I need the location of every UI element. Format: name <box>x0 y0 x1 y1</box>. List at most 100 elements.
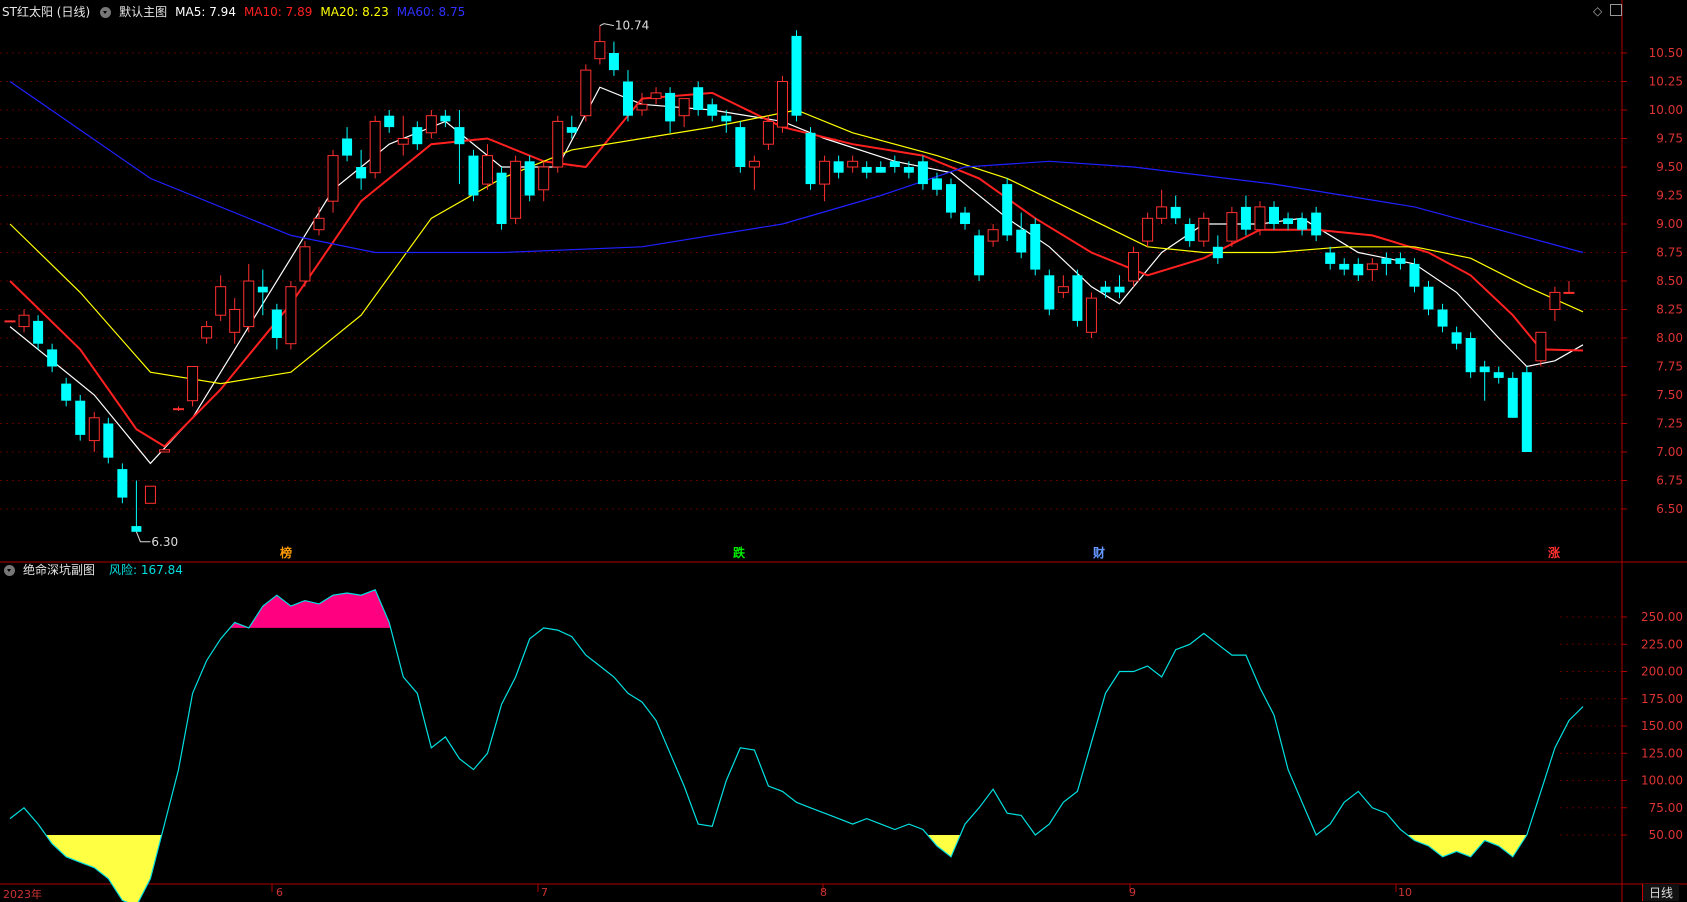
risk-tick-label: 200.00 <box>1641 665 1683 679</box>
candle-body-down <box>1339 263 1350 270</box>
candle-body-down <box>1409 263 1420 287</box>
candle-body-up <box>144 485 156 504</box>
candle-body-up <box>187 366 199 402</box>
ma20-label: MA20: 8.23 <box>320 5 389 19</box>
candle-body-down <box>805 132 816 185</box>
candle-body-up <box>158 449 170 453</box>
candle-body-up <box>1549 291 1561 310</box>
candle-body-up <box>1366 263 1378 271</box>
dropdown-icon[interactable] <box>100 6 112 18</box>
candle-body-down <box>131 526 142 532</box>
event-tag-cai[interactable]: 财 <box>1093 544 1105 561</box>
x-label-jul: 7 <box>541 886 548 899</box>
price-tick-label: 7.25 <box>1656 417 1683 431</box>
candle-body-down <box>33 320 44 344</box>
price-tick-label: 9.25 <box>1656 189 1683 203</box>
ma-line-ma20 <box>9 109 1584 385</box>
candle-body-down <box>735 127 746 167</box>
candle-body-up <box>369 120 381 174</box>
main-chart-header: ST红太阳 (日线) 默认主图 MA5: 7.94 MA10: 7.89 MA2… <box>2 2 465 22</box>
price-tick-label: 9.50 <box>1656 160 1683 174</box>
risk-label: 风险: 167.84 <box>109 563 183 577</box>
candle-body-down <box>833 161 844 173</box>
stock-title[interactable]: ST红太阳 (日线) <box>2 2 90 22</box>
diamond-icon[interactable]: ◇ <box>1593 4 1602 18</box>
candle-body-down <box>1521 372 1532 452</box>
candle-body-up <box>1128 252 1140 282</box>
candle-body-down <box>622 81 633 116</box>
candle-body-down <box>903 167 914 173</box>
candle-body-down <box>257 286 268 293</box>
candle-body-up <box>678 98 690 117</box>
ma60-label: MA60: 8.75 <box>396 5 466 19</box>
candle-body-down <box>1353 263 1364 276</box>
maximize-icon[interactable] <box>1610 4 1623 16</box>
candle-body-down <box>440 115 451 122</box>
price-tick-label: 8.25 <box>1656 303 1683 317</box>
price-tick-label: 8.75 <box>1656 246 1683 260</box>
risk-tick-label: 150.00 <box>1641 719 1683 733</box>
template-label[interactable]: 默认主图 <box>119 2 167 22</box>
candle-body-up <box>201 326 213 339</box>
ma10-label: MA10: 7.89 <box>243 5 313 19</box>
event-tag-die[interactable]: 跌 <box>733 544 745 561</box>
period-button[interactable]: 日线 <box>1642 884 1680 901</box>
x-label-2023: 2023年 <box>3 888 42 901</box>
x-label-aug: 8 <box>820 886 827 899</box>
candle-body-down <box>875 167 886 173</box>
candle-body-up <box>552 120 564 168</box>
candle-body-down <box>707 104 718 116</box>
price-tick-label: 9.75 <box>1656 132 1683 146</box>
candle-body-down <box>693 87 704 110</box>
price-tick-label: 8.00 <box>1656 331 1683 345</box>
sub-chart-title[interactable]: 绝命深坑副图 <box>23 560 95 580</box>
candle-body-up <box>425 115 437 134</box>
candle-body-down <box>342 138 353 156</box>
price-tick-label: 7.50 <box>1656 388 1683 402</box>
candle-body-down <box>1283 218 1294 224</box>
price-tick-label: 8.50 <box>1656 274 1683 288</box>
event-tag-bang[interactable]: 榜 <box>280 544 292 561</box>
risk-tick-label: 50.00 <box>1649 828 1683 842</box>
candle-body-down <box>1269 206 1280 224</box>
risk-tick-label: 225.00 <box>1641 637 1683 651</box>
candle-body-down <box>271 309 282 338</box>
candle-body-down <box>1325 252 1336 264</box>
dropdown-icon[interactable] <box>4 564 15 576</box>
candle-body-down <box>608 53 619 71</box>
ma-line-ma5 <box>9 86 1584 465</box>
low-annotation-label: 6.30 <box>151 535 178 549</box>
risk-tick-label: 125.00 <box>1641 746 1683 760</box>
candle-body-up <box>1254 206 1266 231</box>
risk-tick-label: 175.00 <box>1641 692 1683 706</box>
candle-body-down <box>1114 286 1125 293</box>
candle-body-down <box>524 161 535 196</box>
candle-body-down <box>1395 258 1406 264</box>
candle-body-up <box>299 246 311 282</box>
candle-body-down <box>1507 377 1518 418</box>
candle-body-up <box>1563 291 1575 294</box>
candle-body-down <box>931 178 942 190</box>
window-controls: ◇ <box>1593 4 1623 18</box>
stock-chart[interactable]: 6.50 6.75 7.00 7.25 7.50 7.75 8.00 8.25 8.50 8.75… <box>0 0 1687 902</box>
candle-body-up <box>229 309 241 333</box>
price-tick-label: 6.50 <box>1656 502 1683 516</box>
candle-body-down <box>1240 206 1251 230</box>
candle-body-down <box>960 212 971 224</box>
candle-body-up <box>538 166 550 191</box>
event-tag-zhang[interactable]: 涨 <box>1548 544 1560 561</box>
sub-chart-header: 绝命深坑副图 风险: 167.84 <box>2 560 183 580</box>
high-annotation-pointer <box>599 23 614 27</box>
candle-body-up <box>482 155 494 185</box>
candle-body-down <box>721 115 732 122</box>
risk-tick-label: 250.00 <box>1641 610 1683 624</box>
x-label-sep: 9 <box>1129 886 1136 899</box>
price-tick-label: 10.50 <box>1649 46 1683 60</box>
price-tick-label: 9.00 <box>1656 217 1683 231</box>
candle-body-up <box>1057 286 1069 293</box>
candle-body-up <box>847 160 859 168</box>
candle-body-down <box>1072 275 1083 321</box>
candle-body-down <box>889 161 900 167</box>
candle-body-up <box>18 314 30 328</box>
risk-line <box>9 589 1584 902</box>
